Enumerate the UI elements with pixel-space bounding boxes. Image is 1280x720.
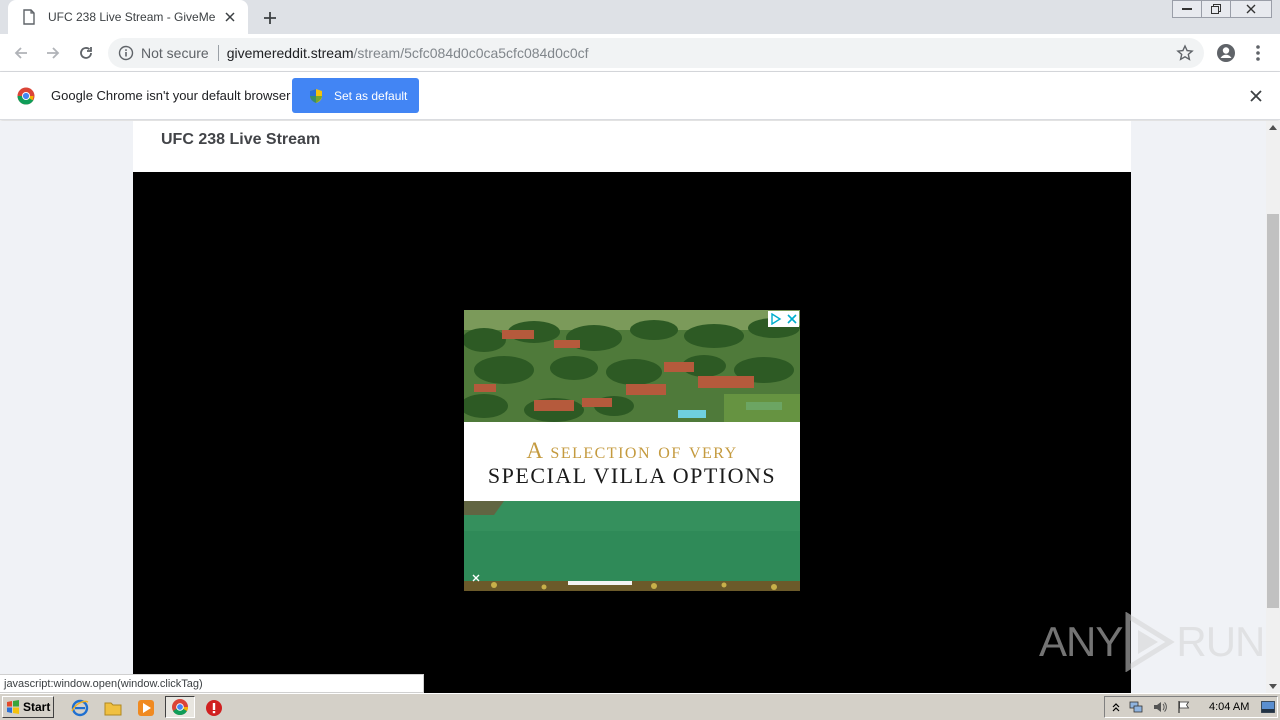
forward-icon[interactable] (41, 41, 65, 65)
tray-expand-icon[interactable] (1109, 700, 1123, 714)
default-browser-infobar: Google Chrome isn't your default browser… (0, 72, 1280, 120)
watermark-right: RUN (1176, 618, 1265, 665)
anyrun-watermark: ANY RUN (1039, 612, 1265, 672)
media-player-icon[interactable] (136, 698, 156, 718)
scroll-down-icon[interactable] (1269, 684, 1277, 689)
web-page: UFC 238 Live Stream A selection of very … (0, 121, 1266, 693)
adchoices-icon[interactable] (768, 311, 784, 327)
status-url-bubble: javascript:window.open(window.clickTag) (0, 674, 424, 693)
explorer-folder-icon[interactable] (103, 698, 123, 718)
menu-dots-icon[interactable] (1248, 41, 1268, 65)
uac-shield-icon (310, 88, 322, 103)
watermark-left: ANY (1039, 618, 1123, 665)
minimize-icon[interactable] (1172, 0, 1202, 18)
start-button[interactable]: Start (2, 696, 54, 718)
info-icon[interactable] (118, 45, 134, 61)
ad-close-icon[interactable] (784, 311, 799, 327)
villa-photo (464, 310, 800, 422)
ad-headline-line2: SPECIAL VILLA OPTIONS (487, 463, 777, 488)
action-center-flag-icon[interactable] (1177, 700, 1191, 714)
bookmark-star-icon[interactable] (1176, 44, 1194, 62)
windows-flag-icon (7, 700, 19, 714)
scroll-up-icon[interactable] (1269, 125, 1277, 130)
stream-header-card: UFC 238 Live Stream (133, 121, 1131, 172)
url-path: /stream/5cfc084d0c0ca5cfc084d0c0cf (353, 45, 589, 61)
tab-strip: UFC 238 Live Stream - GiveMeReddit.strea… (0, 0, 1280, 34)
reload-icon[interactable] (74, 41, 98, 65)
url-host: givemereddit.stream (226, 45, 354, 61)
set-as-default-label: Set as default (334, 88, 408, 103)
lake-photo (464, 501, 800, 591)
set-as-default-button[interactable]: Set as default (292, 78, 419, 113)
stop-icon[interactable] (204, 698, 224, 718)
browser-toolbar: Not secure givemereddit.stream /stream/5… (0, 34, 1280, 72)
system-tray: 4:04 AM (1104, 696, 1278, 718)
ad-mini-close-icon[interactable] (470, 572, 482, 584)
start-label: Start (23, 700, 51, 714)
infobar-close-icon[interactable] (1248, 88, 1264, 104)
new-tab-icon[interactable] (258, 6, 282, 30)
tab-title: UFC 238 Live Stream - GiveMeReddit.strea… (48, 10, 216, 24)
windows-taskbar: Start 4:04 AM (0, 693, 1280, 720)
chrome-logo-icon (17, 87, 35, 105)
address-bar[interactable]: Not secure givemereddit.stream /stream/5… (108, 38, 1204, 68)
document-icon (23, 9, 35, 25)
window-controls (1172, 0, 1272, 18)
browser-tab[interactable]: UFC 238 Live Stream - GiveMeReddit.strea… (8, 0, 248, 34)
tab-close-icon[interactable] (222, 9, 238, 25)
security-label: Not secure (141, 45, 209, 61)
ad-headline-band: A selection of very SPECIAL VILLA OPTION… (464, 422, 800, 501)
advertisement-banner[interactable]: A selection of very SPECIAL VILLA OPTION… (464, 310, 800, 591)
restore-icon[interactable] (1201, 0, 1231, 18)
ad-headline-line1: A selection of very (526, 438, 738, 463)
back-icon[interactable] (9, 41, 33, 65)
play-logo-icon (1125, 612, 1176, 672)
taskbar-clock[interactable]: 4:04 AM (1209, 701, 1249, 713)
infobar-message: Google Chrome isn't your default browser (51, 88, 291, 103)
page-scrollbar[interactable] (1266, 121, 1280, 693)
ie-icon[interactable] (70, 698, 90, 718)
account-icon[interactable] (1214, 41, 1238, 65)
page-title: UFC 238 Live Stream (161, 131, 321, 148)
chrome-taskbar-button[interactable] (165, 696, 195, 718)
show-desktop-icon[interactable] (1261, 700, 1275, 714)
chrome-taskbar-icon (172, 699, 189, 716)
omnibox-divider (217, 45, 219, 61)
volume-icon[interactable] (1153, 700, 1167, 714)
scrollbar-thumb[interactable] (1267, 214, 1279, 608)
window-close-icon[interactable] (1230, 0, 1272, 18)
network-icon[interactable] (1129, 700, 1143, 714)
video-player[interactable]: A selection of very SPECIAL VILLA OPTION… (133, 172, 1131, 693)
